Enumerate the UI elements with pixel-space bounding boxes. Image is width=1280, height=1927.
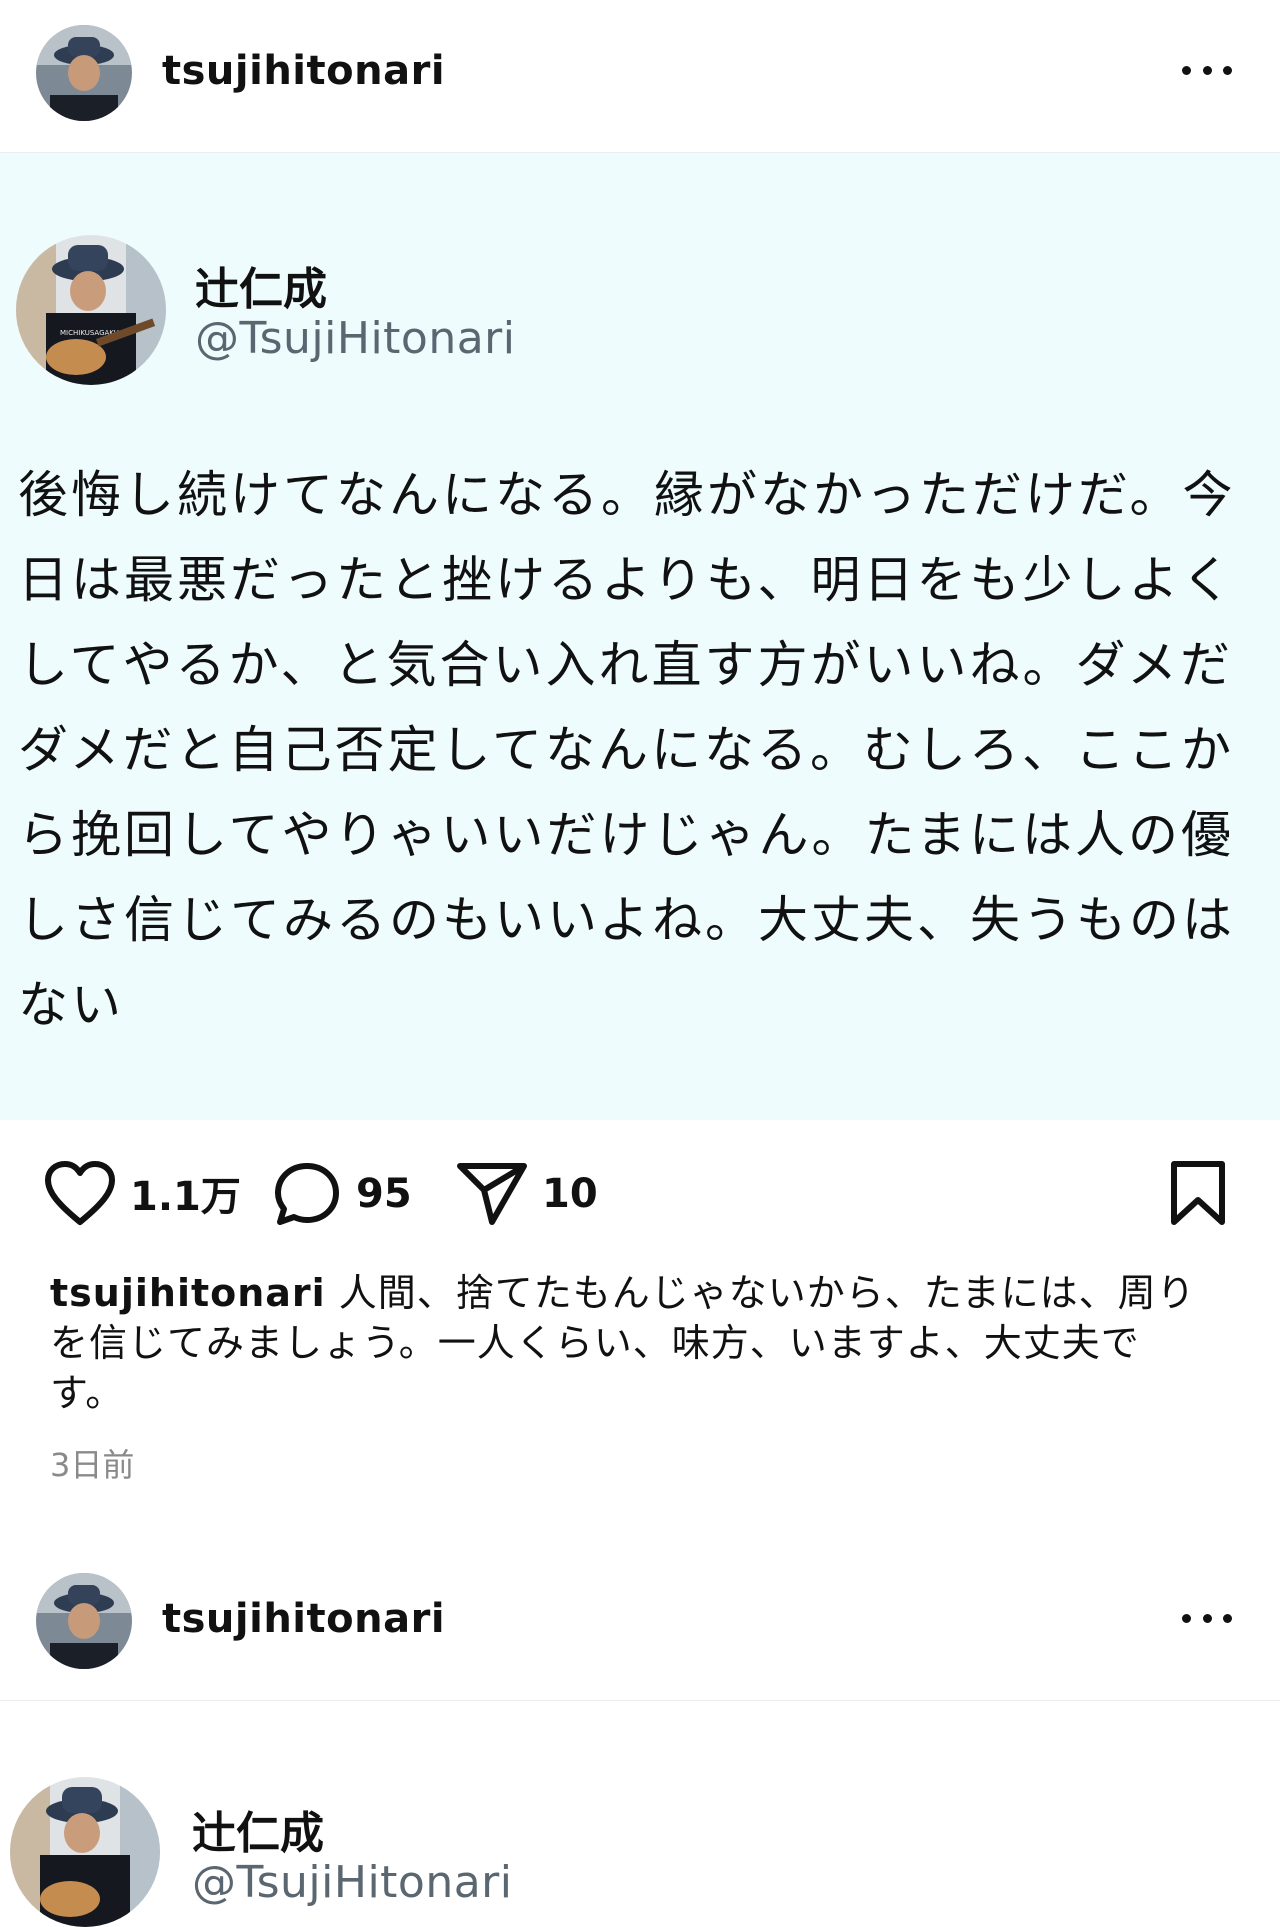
more-options-icon[interactable] <box>1182 1608 1232 1628</box>
comment-count: 95 <box>356 1171 412 1217</box>
post-timestamp: 3日前 <box>50 1446 135 1484</box>
share-count: 10 <box>542 1171 598 1217</box>
like-count: 1.1万 <box>130 1174 241 1220</box>
caption-text: を信じてみましょう。一人くらい、味方、いますよ、大丈夫で <box>50 1321 1140 1365</box>
tweet-body: 後悔し続けてなんになる。縁がなかっただけだ。今 日は最悪だったと挫けるよりも、明… <box>18 453 1258 1048</box>
username[interactable]: tsujihitonari <box>162 48 445 94</box>
tweet-card: MICHIKUSAGAKU 辻仁成 @TsujiHitonari 後悔し続けてな… <box>0 153 1280 1120</box>
more-options-icon[interactable] <box>1182 60 1232 80</box>
avatar[interactable] <box>36 1573 132 1669</box>
tweet-line: してやるか、と気合い入れ直す方がいいね。ダメだ <box>18 636 1233 694</box>
post-header: tsujihitonari <box>0 0 1280 153</box>
comment-icon <box>275 1163 339 1225</box>
tweet-line: ダメだと自己否定してなんになる。むしろ、ここか <box>18 721 1234 779</box>
share-button[interactable]: 10 <box>456 1160 598 1228</box>
tweet-line: 後悔し続けてなんになる。縁がなかっただけだ。今 <box>18 466 1236 524</box>
post-header: tsujihitonari <box>0 1548 1280 1701</box>
like-button[interactable]: 1.1万 <box>44 1160 241 1226</box>
avatar[interactable] <box>36 25 132 121</box>
tweet-line: ら挽回してやりゃいいだけじゃん。たまには人の優 <box>18 806 1234 864</box>
send-icon <box>457 1163 527 1225</box>
caption-text: す。 <box>50 1371 125 1415</box>
tweet-author-handle: @TsujiHitonari <box>195 313 516 364</box>
caption-text: 人間、捨てたもんじゃないから、たまには、周り <box>325 1271 1196 1315</box>
tweet-author-name: 辻仁成 <box>195 264 327 315</box>
tweet-card: 辻仁成 @TsujiHitonari <box>0 1701 1280 1927</box>
heart-icon <box>45 1161 115 1225</box>
tweet-line: ない <box>18 976 124 1034</box>
comment-button[interactable]: 95 <box>272 1160 412 1228</box>
post-caption: tsujihitonari 人間、捨てたもんじゃないから、たまには、周り を信じ… <box>50 1268 1230 1418</box>
bookmark-icon <box>1171 1161 1225 1225</box>
username[interactable]: tsujihitonari <box>162 1596 445 1642</box>
tweet-author-handle: @TsujiHitonari <box>192 1857 513 1908</box>
bookmark-button[interactable] <box>1168 1160 1228 1228</box>
tweet-author-name: 辻仁成 <box>192 1808 324 1859</box>
caption-username[interactable]: tsujihitonari <box>50 1271 326 1315</box>
tweet-line: 日は最悪だったと挫けるよりも、明日をも少しよく <box>18 551 1235 609</box>
tweet-avatar <box>10 1777 160 1927</box>
tweet-line: しさ信じてみるのもいいよね。大丈夫、失うものは <box>18 891 1235 949</box>
tweet-avatar: MICHIKUSAGAKU <box>16 235 166 385</box>
